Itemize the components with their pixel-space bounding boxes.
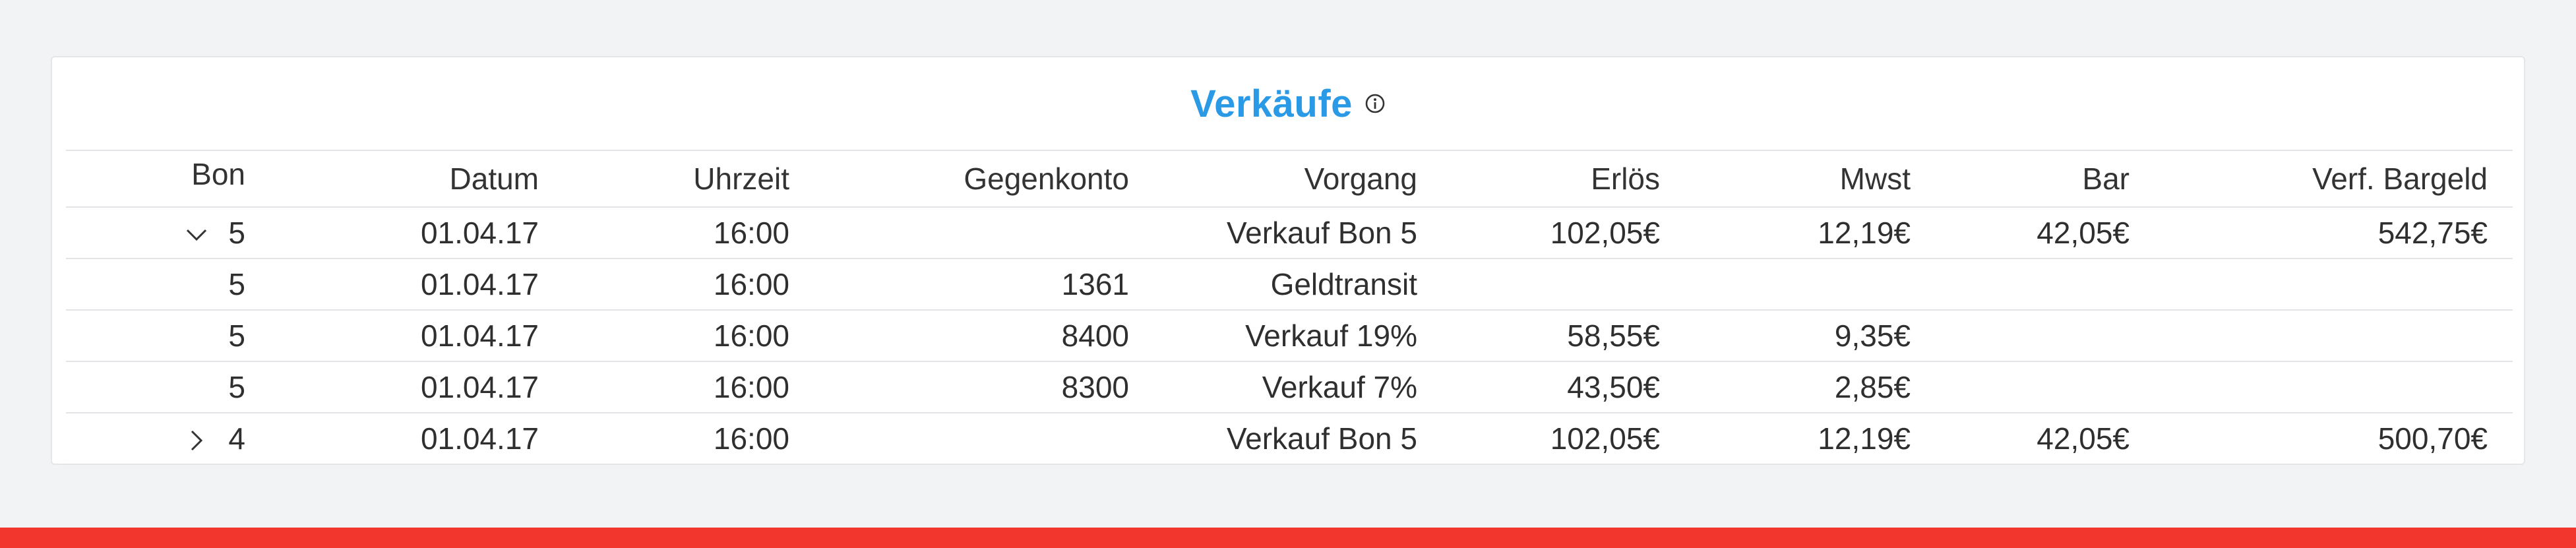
bon-value: 4	[228, 421, 245, 456]
cell-erloes: 102,05€	[1442, 412, 1685, 465]
info-icon[interactable]	[1365, 93, 1386, 114]
column-header-mwst[interactable]: Mwst	[1685, 150, 1936, 207]
cell-gegenkonto: 8400	[814, 309, 1154, 361]
cell-uhrzeit: 16:00	[564, 309, 814, 361]
cell-bon: 5	[66, 361, 270, 413]
cell-verf-bargeld: 500,70€	[2155, 412, 2513, 465]
cell-datum: 01.04.17	[270, 258, 564, 310]
chevron-right-icon[interactable]	[183, 425, 210, 452]
bottom-accent-bar	[0, 528, 2576, 548]
cell-datum: 01.04.17	[270, 206, 564, 259]
column-header-uhrzeit[interactable]: Uhrzeit	[564, 150, 814, 207]
cell-datum: 01.04.17	[270, 309, 564, 361]
cell-erloes: 43,50€	[1442, 361, 1685, 413]
column-header-datum[interactable]: Datum	[270, 150, 564, 207]
cell-datum: 01.04.17	[270, 361, 564, 413]
cell-erloes	[1442, 258, 1685, 310]
cell-uhrzeit: 16:00	[564, 361, 814, 413]
cell-gegenkonto: 8300	[814, 361, 1154, 413]
column-header-bon[interactable]: Bon	[66, 150, 270, 207]
cell-bon: 4	[66, 412, 270, 465]
cell-vorgang: Verkauf 19%	[1154, 309, 1442, 361]
table-row-detail: 5 01.04.17 16:00 1361 Geldtransit	[66, 258, 2513, 310]
cell-datum: 01.04.17	[270, 412, 564, 465]
cell-verf-bargeld	[2155, 258, 2513, 310]
cell-verf-bargeld	[2155, 309, 2513, 361]
cell-bar	[1936, 258, 2155, 310]
cell-uhrzeit: 16:00	[564, 258, 814, 310]
cell-mwst: 9,35€	[1685, 309, 1936, 361]
cell-bar: 42,05€	[1936, 206, 2155, 259]
cell-mwst	[1685, 258, 1936, 310]
cell-vorgang: Geldtransit	[1154, 258, 1442, 310]
card-title: Verkäufe	[1190, 82, 1353, 125]
cell-uhrzeit: 16:00	[564, 412, 814, 465]
cell-mwst: 12,19€	[1685, 412, 1936, 465]
cell-erloes: 58,55€	[1442, 309, 1685, 361]
cell-bon: 5	[66, 258, 270, 310]
table-row-expanded[interactable]: 5 01.04.17 16:00 Verkauf Bon 5 102,05€ 1…	[66, 206, 2513, 259]
cell-vorgang: Verkauf Bon 5	[1154, 206, 1442, 259]
cell-gegenkonto	[814, 412, 1154, 465]
table-row-detail: 5 01.04.17 16:00 8400 Verkauf 19% 58,55€…	[66, 309, 2513, 361]
chevron-down-icon[interactable]	[183, 220, 210, 246]
column-header-vorgang[interactable]: Vorgang	[1154, 150, 1442, 207]
card-header: Verkäufe	[52, 57, 2524, 150]
table-row-detail: 5 01.04.17 16:00 8300 Verkauf 7% 43,50€ …	[66, 361, 2513, 413]
cell-bar: 42,05€	[1936, 412, 2155, 465]
cell-bar	[1936, 309, 2155, 361]
table-row-collapsed[interactable]: 4 01.04.17 16:00 Verkauf Bon 5 102,05€ 1…	[66, 412, 2513, 465]
cell-bar	[1936, 361, 2155, 413]
page: Verkäufe Bon Datum Uhrzeit Gegenkonto Vo…	[0, 0, 2576, 548]
cell-vorgang: Verkauf Bon 5	[1154, 412, 1442, 465]
cell-bon: 5	[66, 309, 270, 361]
table-header-row: Bon Datum Uhrzeit Gegenkonto Vorgang Erl…	[66, 150, 2513, 207]
cell-gegenkonto: 1361	[814, 258, 1154, 310]
cell-uhrzeit: 16:00	[564, 206, 814, 259]
cell-vorgang: Verkauf 7%	[1154, 361, 1442, 413]
sales-table-container: Bon Datum Uhrzeit Gegenkonto Vorgang Erl…	[66, 150, 2513, 465]
column-header-bar[interactable]: Bar	[1936, 150, 2155, 207]
column-header-gegenkonto[interactable]: Gegenkonto	[814, 150, 1154, 207]
cell-erloes: 102,05€	[1442, 206, 1685, 259]
bon-value: 5	[228, 216, 245, 250]
cell-gegenkonto	[814, 206, 1154, 259]
cell-verf-bargeld	[2155, 361, 2513, 413]
sales-table: Bon Datum Uhrzeit Gegenkonto Vorgang Erl…	[66, 150, 2513, 465]
cell-verf-bargeld: 542,75€	[2155, 206, 2513, 259]
cell-mwst: 12,19€	[1685, 206, 1936, 259]
column-header-erloes[interactable]: Erlös	[1442, 150, 1685, 207]
column-header-verf-bargeld[interactable]: Verf. Bargeld	[2155, 150, 2513, 207]
cell-bon: 5	[66, 206, 270, 259]
sales-card: Verkäufe Bon Datum Uhrzeit Gegenkonto Vo…	[51, 56, 2525, 465]
cell-mwst: 2,85€	[1685, 361, 1936, 413]
